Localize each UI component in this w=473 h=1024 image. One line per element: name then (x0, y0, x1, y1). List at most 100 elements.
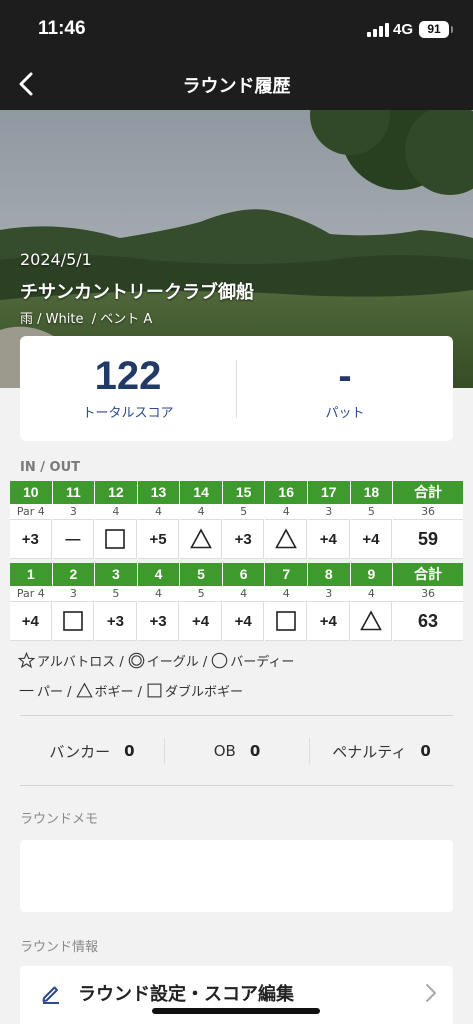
hole-number: 18 (350, 481, 393, 504)
total-score: 122 (94, 354, 162, 398)
pencil-icon (42, 986, 59, 1004)
star-icon (18, 652, 35, 669)
bunker-stat: バンカー 0 (49, 742, 135, 761)
total-score-label: トータルスコア (82, 406, 174, 421)
legend-eagle: イーグル / (128, 651, 207, 670)
par-value: 5 (95, 586, 137, 602)
hole-score[interactable] (350, 602, 393, 641)
hole-number: 10 (10, 481, 52, 504)
chevron-right-icon (426, 984, 436, 1002)
total-header: 合計 (393, 481, 463, 504)
hole-number: 6 (222, 563, 265, 586)
hole-number: 12 (95, 481, 137, 504)
hole-score[interactable]: +5 (137, 520, 180, 559)
inout-label: IN / OUT (20, 460, 80, 475)
triangle-icon (274, 528, 297, 549)
penalty-stat: ペナルティ 0 (332, 742, 431, 761)
divider (20, 785, 453, 786)
legend-birdie: バーディー (211, 651, 294, 670)
ob-stat: OB 0 (213, 742, 261, 760)
round-memo-field[interactable] (20, 840, 453, 912)
square-icon (147, 683, 162, 698)
hole-score[interactable]: +3 (95, 602, 137, 641)
hole-number: 5 (180, 563, 222, 586)
round-info-label: ラウンド情報 (20, 940, 99, 955)
par-value: 36 (393, 504, 463, 520)
legend-albatross: アルバトロス / (18, 651, 124, 670)
hole-number: 17 (308, 481, 350, 504)
legend-par: パー / (18, 681, 72, 700)
legend-double-bogey: ダブルボギー (146, 681, 243, 700)
hole-score[interactable] (265, 602, 307, 641)
hole-score[interactable]: +4 (222, 602, 265, 641)
hole-score[interactable] (265, 520, 307, 559)
hole-score[interactable]: +4 (350, 520, 393, 559)
hole-number: 3 (95, 563, 137, 586)
status-time: 11:46 (38, 18, 86, 39)
par-value: 3 (52, 504, 95, 520)
triangle-icon (189, 528, 212, 549)
square-icon (105, 529, 126, 549)
hole-number: 16 (265, 481, 307, 504)
par-value: 4 (265, 504, 307, 520)
round-date: 2024/5/1 (20, 250, 92, 269)
hole-score[interactable] (52, 602, 95, 641)
par-value: 3 (308, 504, 350, 520)
triangle-icon (360, 610, 382, 631)
hole-number: 1 (10, 563, 52, 586)
par-value: 4 (180, 504, 222, 520)
stats-row: バンカー 0 OB 0 ペナルティ 0 (20, 738, 453, 764)
hole-number: 2 (52, 563, 95, 586)
hole-number: 11 (52, 481, 95, 504)
hole-score[interactable]: +4 (180, 602, 222, 641)
par-value: 5 (222, 504, 265, 520)
hole-score[interactable]: ― (52, 520, 95, 559)
par-value: 4 (265, 586, 307, 602)
par-value: 3 (52, 586, 95, 602)
round-conditions: 雨 / White / ベント A (20, 312, 153, 327)
putts-block: - パット (237, 336, 453, 441)
par-value: Par 4 (10, 586, 52, 602)
double-circle-icon (128, 652, 145, 669)
par-value: 4 (95, 504, 137, 520)
dash-icon (19, 689, 34, 692)
par-value: 4 (222, 586, 265, 602)
legend-row-2: パー / ボギー / ダブルボギー (18, 681, 247, 700)
hole-score[interactable] (180, 520, 222, 559)
par-value: 4 (350, 586, 393, 602)
hole-number: 14 (180, 481, 222, 504)
hole-score[interactable]: +4 (308, 602, 350, 641)
scorecard-out: 1 2 3 4 5 6 7 8 9 合計 Par 4 3 5 4 5 4 4 3 4 36 +4 +3 +3 +4 +4 +4 63 (10, 563, 463, 641)
par-value: 5 (180, 586, 222, 602)
square-icon (275, 611, 296, 631)
legend-row-1: アルバトロス / イーグル / バーディー (18, 651, 298, 670)
hole-score[interactable] (95, 520, 137, 559)
round-settings-button[interactable]: ラウンド設定・スコア編集 (20, 966, 453, 1024)
par-value: 36 (393, 586, 463, 602)
par-value: 4 (137, 586, 180, 602)
hole-number: 7 (265, 563, 307, 586)
total-header: 合計 (393, 563, 463, 586)
score-summary-card: 122 トータルスコア - パット (20, 336, 453, 441)
network-type: 4G (393, 21, 414, 38)
hole-score[interactable]: +4 (308, 520, 350, 559)
hole-score[interactable]: +4 (10, 602, 52, 641)
circle-icon (212, 652, 228, 669)
par-value: 4 (137, 504, 180, 520)
status-bar: 11:46 4G 91 (0, 0, 473, 58)
putts-value: - (338, 354, 352, 398)
hole-score[interactable]: +3 (10, 520, 52, 559)
par-value: 3 (308, 586, 350, 602)
triangle-icon (75, 682, 93, 698)
square-icon (63, 611, 83, 631)
par-value: Par 4 (10, 504, 52, 520)
hole-score[interactable]: +3 (222, 520, 265, 559)
battery-icon: 91 (419, 21, 453, 38)
course-name: チサンカントリークラブ御船 (20, 282, 254, 303)
hole-number: 4 (137, 563, 180, 586)
memo-label: ラウンドメモ (20, 812, 99, 827)
hole-number: 13 (137, 481, 180, 504)
cellular-signal-icon (367, 23, 389, 37)
legend-bogey: ボギー / (75, 681, 142, 700)
hole-score[interactable]: +3 (137, 602, 180, 641)
